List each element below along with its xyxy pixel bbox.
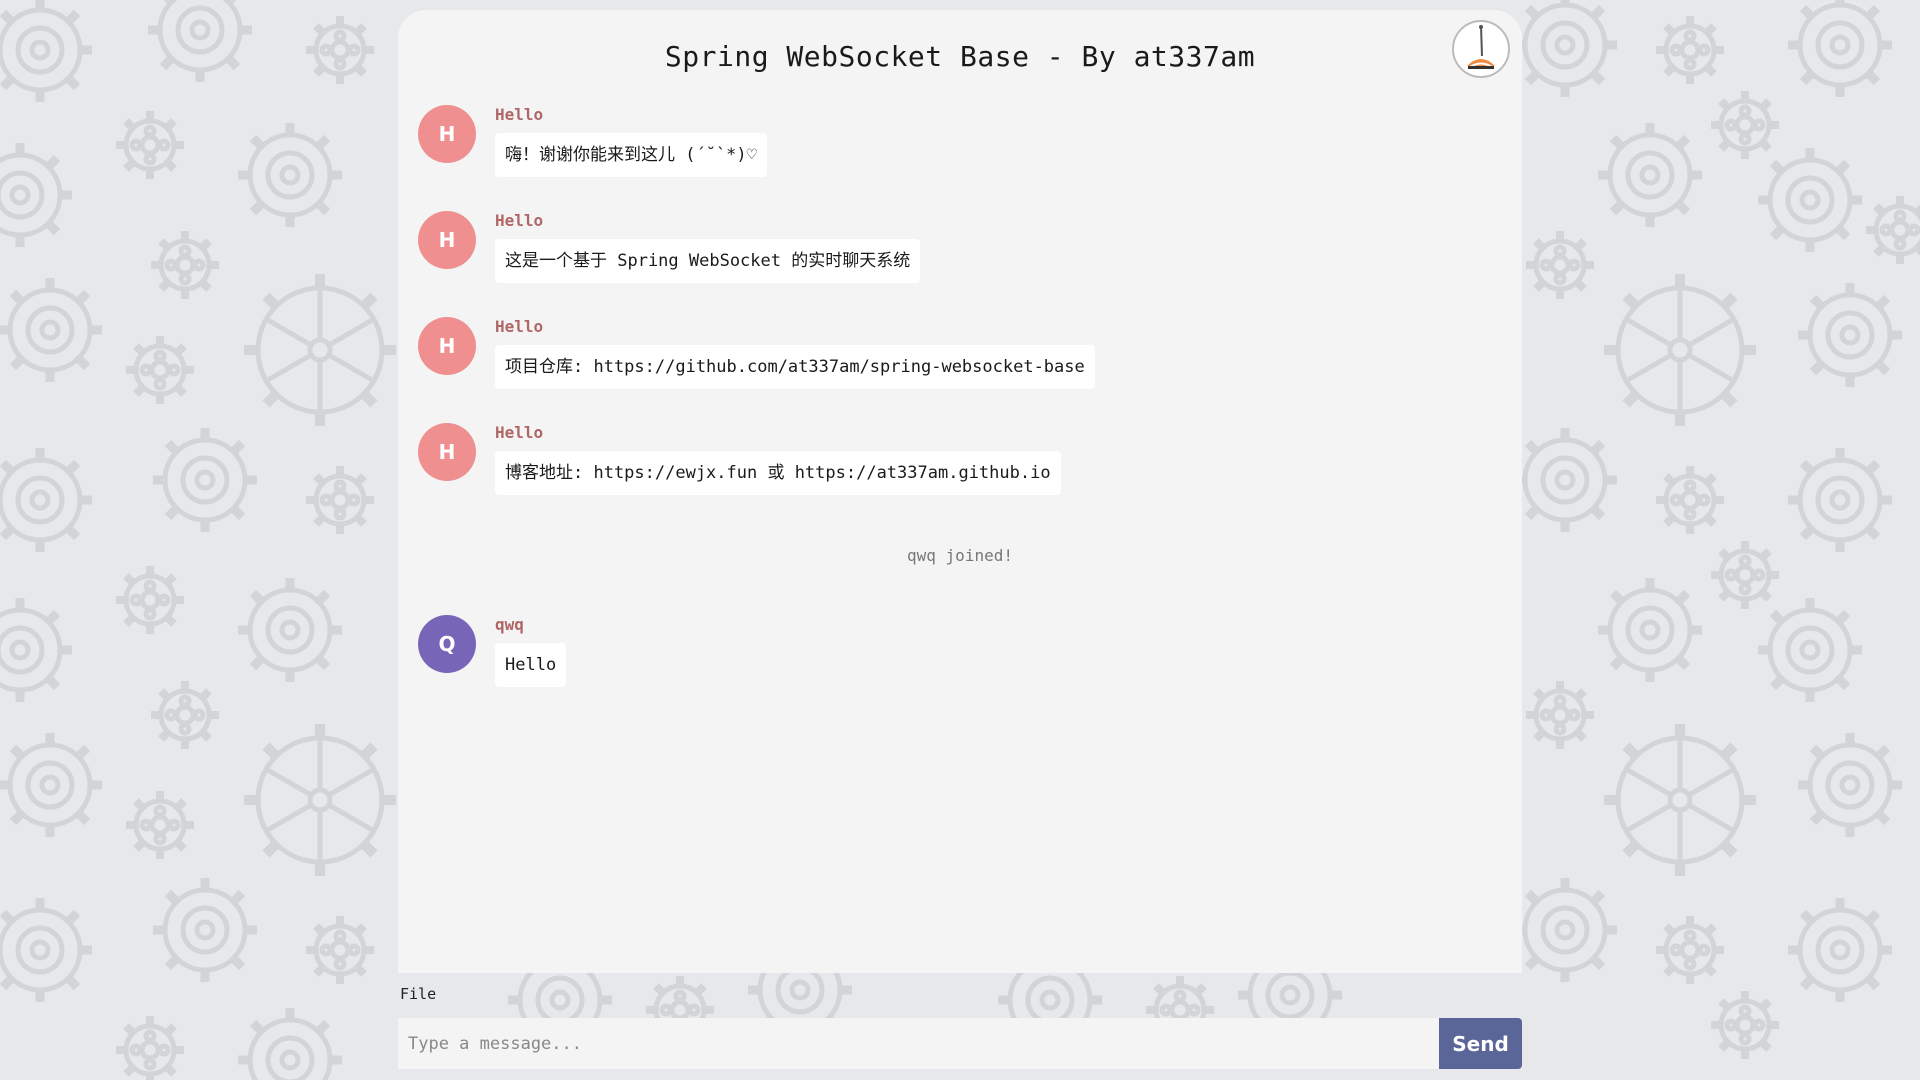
send-button[interactable]: Send [1439, 1018, 1522, 1069]
message-sender: Hello [495, 317, 544, 336]
file-upload-button[interactable]: File [400, 985, 436, 1003]
message-input[interactable] [398, 1018, 1439, 1069]
message-bubble: 这是一个基于 Spring WebSocket 的实时聊天系统 [495, 239, 921, 283]
system-message: qwq joined! [907, 546, 1013, 565]
composer-bar [398, 1018, 1439, 1069]
chat-panel: Spring WebSocket Base - By at337am H Hel… [398, 10, 1522, 973]
message-sender: qwq [495, 615, 524, 634]
avatar: H [418, 423, 476, 481]
avatar: H [418, 317, 476, 375]
avatar: H [418, 105, 476, 163]
avatar: H [418, 211, 476, 269]
user-avatar-illustration-icon[interactable] [1452, 20, 1510, 78]
message-sender: Hello [495, 211, 544, 230]
page-title: Spring WebSocket Base - By at337am [664, 40, 1256, 73]
message-bubble: 项目仓库: https://github.com/at337am/spring-… [495, 345, 1095, 389]
message-bubble: 嗨！谢谢你能来到这儿 (´˘`*)♡ [495, 133, 767, 177]
message-bubble: 博客地址: https://ewjx.fun 或 https://at337am… [495, 451, 1061, 495]
message-sender: Hello [495, 423, 544, 442]
avatar: Q [418, 615, 476, 673]
message-sender: Hello [495, 105, 544, 124]
message-bubble: Hello [495, 643, 567, 687]
